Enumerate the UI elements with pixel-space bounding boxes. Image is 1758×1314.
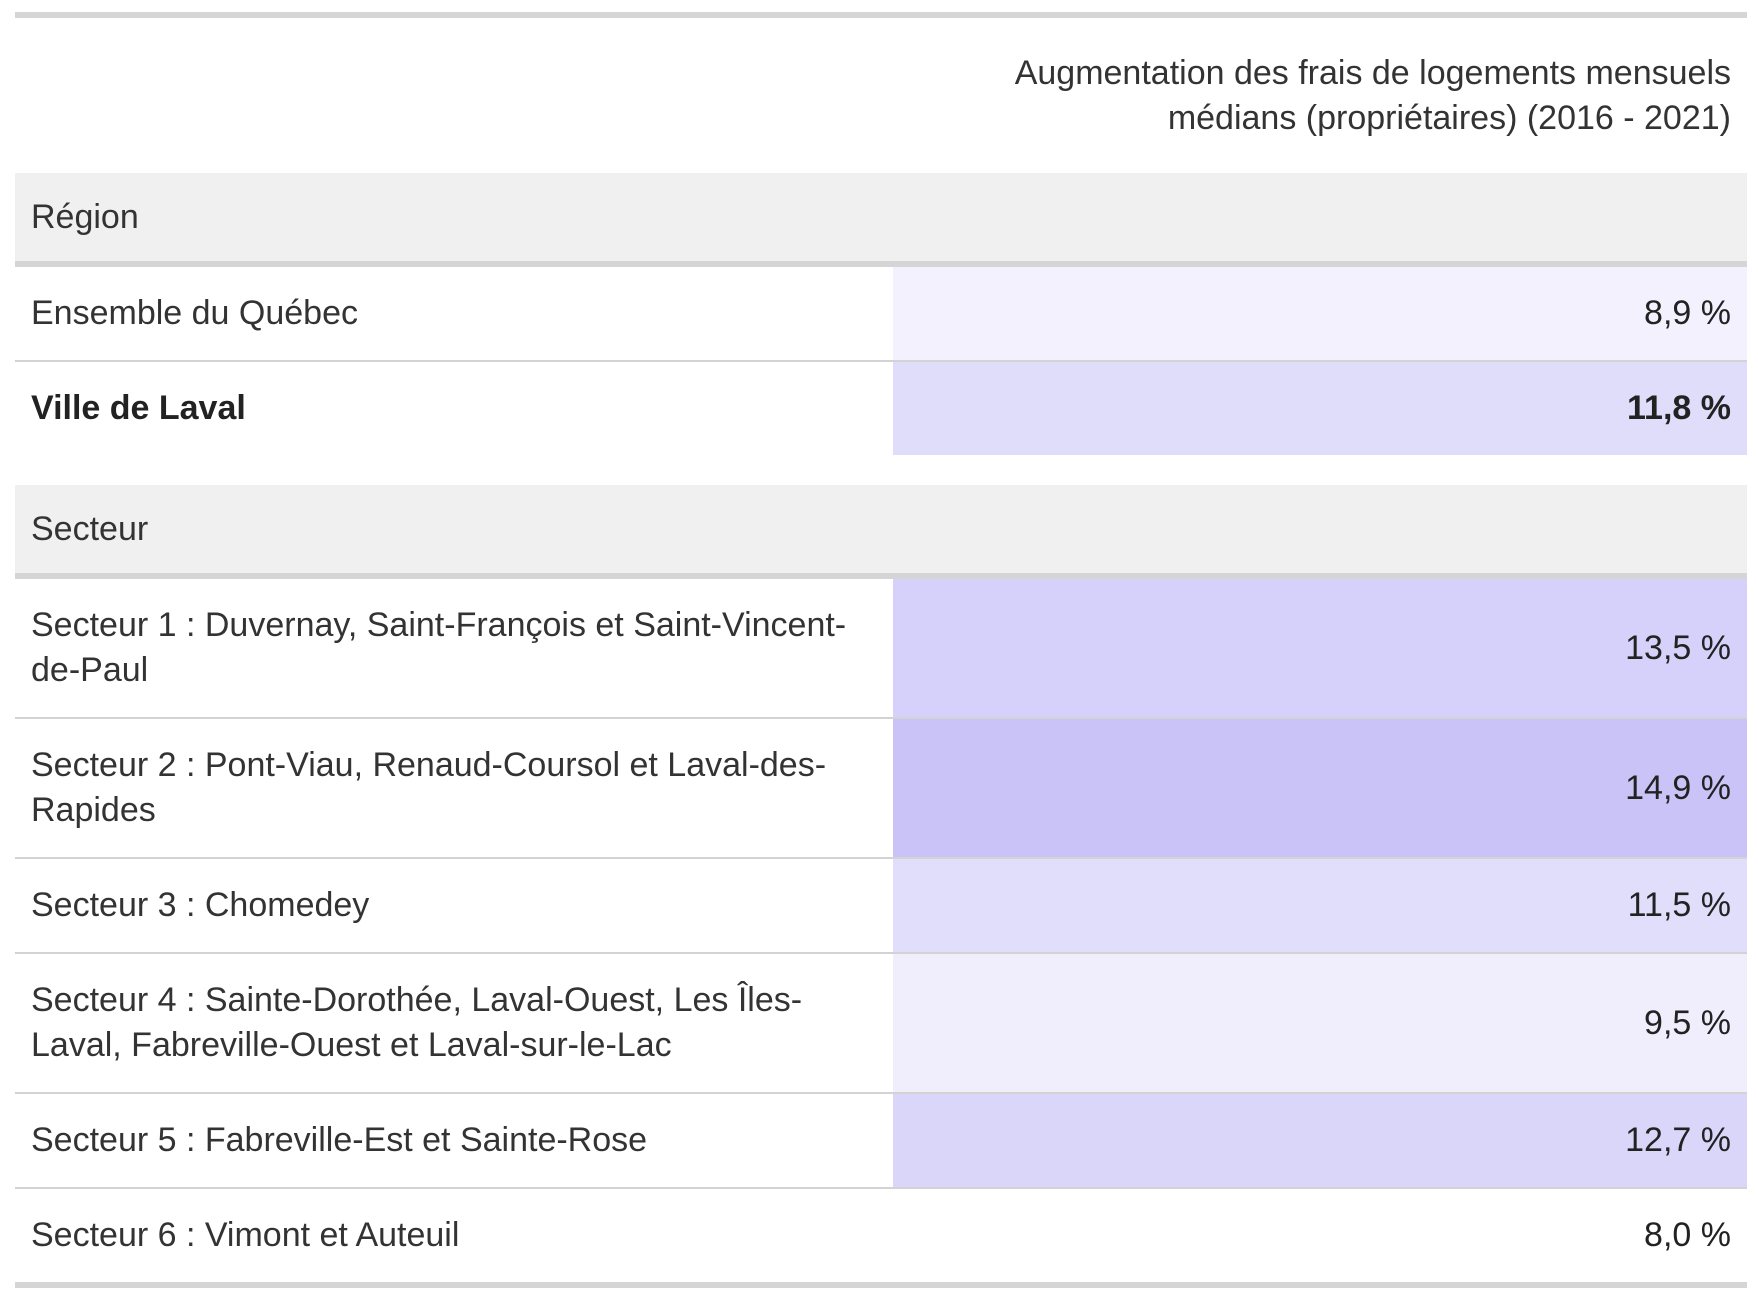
row-label: Secteur 4 : Sainte-Dorothée, Laval-Ouest… bbox=[15, 953, 893, 1094]
row-value: 13,5 % bbox=[893, 576, 1747, 719]
row-value: 11,5 % bbox=[893, 858, 1747, 954]
row-label: Secteur 6 : Vimont et Auteuil bbox=[15, 1188, 893, 1288]
table-row: Secteur 4 : Sainte-Dorothée, Laval-Ouest… bbox=[15, 953, 1747, 1094]
row-label: Secteur 5 : Fabreville-Est et Sainte-Ros… bbox=[15, 1093, 893, 1189]
group-spacer bbox=[15, 455, 1747, 485]
row-value: 9,5 % bbox=[893, 953, 1747, 1094]
table-row: Secteur 1 : Duvernay, Saint-François et … bbox=[15, 576, 1747, 719]
row-value: 14,9 % bbox=[893, 718, 1747, 859]
row-label: Ensemble du Québec bbox=[15, 264, 893, 362]
table-row: Secteur 5 : Fabreville-Est et Sainte-Ros… bbox=[15, 1093, 1747, 1189]
header-empty-cell bbox=[15, 18, 893, 173]
row-label: Ville de Laval bbox=[31, 389, 246, 427]
row-value: 12,7 % bbox=[893, 1093, 1747, 1189]
column-header: Augmentation des frais de logements mens… bbox=[1014, 53, 1731, 137]
group-label: Région bbox=[15, 173, 1747, 267]
header-row: Augmentation des frais de logements mens… bbox=[15, 18, 1747, 173]
group-label: Secteur bbox=[15, 485, 1747, 579]
table-row: Secteur 2 : Pont-Viau, Renaud-Coursol et… bbox=[15, 718, 1747, 859]
row-label: Secteur 1 : Duvernay, Saint-François et … bbox=[15, 576, 893, 719]
table-row: Ensemble du Québec 8,9 % bbox=[15, 264, 1747, 362]
row-label: Secteur 3 : Chomedey bbox=[15, 858, 893, 954]
group-header-row: Secteur bbox=[15, 485, 1747, 579]
row-label: Secteur 2 : Pont-Viau, Renaud-Coursol et… bbox=[15, 718, 893, 859]
data-table: Augmentation des frais de logements mens… bbox=[15, 12, 1747, 1288]
row-value: 8,9 % bbox=[893, 264, 1747, 362]
table-row: Secteur 3 : Chomedey 11,5 % bbox=[15, 858, 1747, 954]
row-value: 11,8 % bbox=[893, 361, 1747, 455]
table-row: Ville de Laval 11,8 % bbox=[15, 361, 1747, 455]
group-header-row: Région bbox=[15, 173, 1747, 267]
table-row: Secteur 6 : Vimont et Auteuil 8,0 % bbox=[15, 1188, 1747, 1288]
row-value: 8,0 % bbox=[893, 1188, 1747, 1288]
